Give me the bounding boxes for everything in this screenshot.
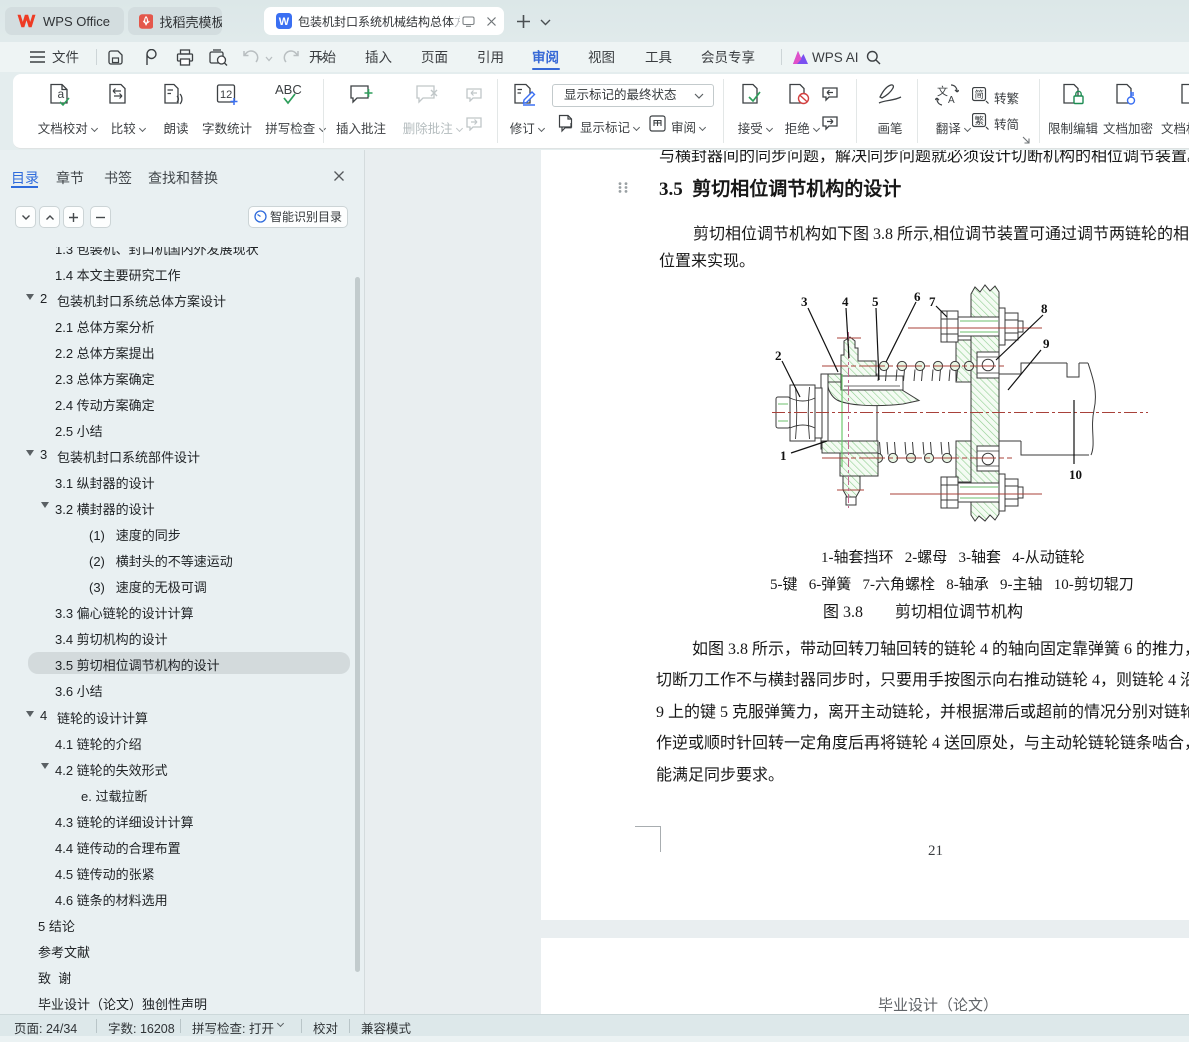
svg-text:12: 12 [220,89,232,101]
svg-text:a: a [58,87,65,101]
svg-text:7: 7 [929,294,936,309]
svg-text:9: 9 [1043,336,1050,351]
svg-text:ABC: ABC [275,83,302,97]
svg-text:10: 10 [1069,467,1082,482]
svg-text:繁: 繁 [975,115,985,127]
svg-text:4: 4 [842,294,849,309]
svg-text:W: W [279,16,290,28]
svg-text:A: A [948,95,955,106]
svg-text:简: 简 [975,89,985,101]
svg-text:5: 5 [872,294,879,309]
svg-text:6: 6 [914,289,921,304]
svg-text:3: 3 [801,294,808,309]
svg-text:8: 8 [1041,301,1048,316]
svg-text:1: 1 [780,448,787,463]
svg-text:2: 2 [775,348,782,363]
svg-text:文: 文 [937,84,948,98]
